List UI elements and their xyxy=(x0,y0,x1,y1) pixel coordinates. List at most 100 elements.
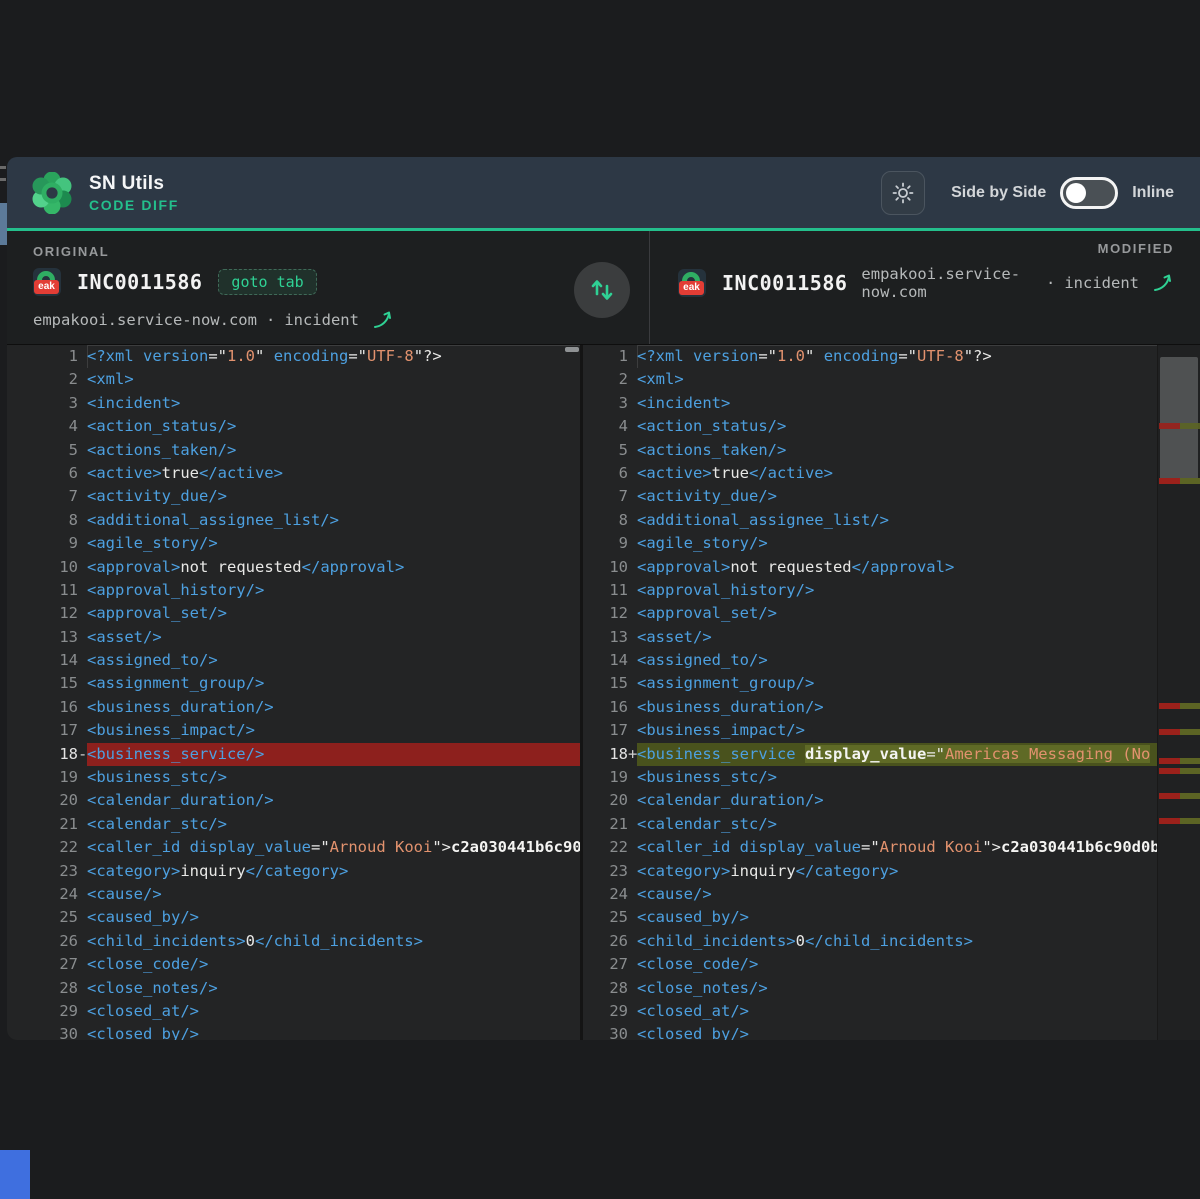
code-text: <business_service/> xyxy=(87,743,580,766)
code-text: <approval_set/> xyxy=(87,602,580,625)
code-text: <caused_by/> xyxy=(637,906,1157,929)
code-line: 23<category>inquiry</category> xyxy=(7,860,580,883)
line-number: 21 xyxy=(583,813,628,836)
diff-sign xyxy=(628,392,637,415)
line-number: 3 xyxy=(7,392,78,415)
code-line: 4<action_status/> xyxy=(583,415,1157,438)
line-number: 19 xyxy=(583,766,628,789)
code-line: 30<closed_by/> xyxy=(583,1023,1157,1040)
code-text: <child_incidents>0</child_incidents> xyxy=(637,930,1157,953)
swap-panels-button[interactable] xyxy=(574,262,630,318)
code-text: <business_service display_value="America… xyxy=(637,743,1157,766)
code-text: <approval_history/> xyxy=(87,579,580,602)
side-by-side-label: Side by Side xyxy=(951,184,1046,202)
code-text: <close_code/> xyxy=(637,953,1157,976)
goto-tab-button[interactable]: goto tab xyxy=(218,269,316,295)
minimap-diff-marker[interactable] xyxy=(1159,729,1200,735)
inline-label: Inline xyxy=(1132,184,1174,202)
code-line: 21<calendar_stc/> xyxy=(7,813,580,836)
diff-sign xyxy=(628,1023,637,1040)
line-number: 2 xyxy=(583,368,628,391)
diff-sign xyxy=(78,719,87,742)
diff-sign xyxy=(628,602,637,625)
separator-dot: · xyxy=(1046,274,1055,292)
code-text: <incident> xyxy=(637,392,1157,415)
line-number: 5 xyxy=(7,439,78,462)
line-number: 13 xyxy=(7,626,78,649)
open-record-arrow-icon[interactable] xyxy=(372,309,394,331)
diff-sign xyxy=(78,509,87,532)
code-line: 8<additional_assignee_list/> xyxy=(7,509,580,532)
view-mode-toggle[interactable] xyxy=(1060,177,1118,209)
code-line: 2 <xml> xyxy=(583,368,1157,391)
code-line: 1<?xml version="1.0" encoding="UTF-8"?> xyxy=(7,345,580,368)
diff-sign xyxy=(628,860,637,883)
line-number: 29 xyxy=(583,1000,628,1023)
code-line: 22<caller_id display_value="Arnoud Kooi"… xyxy=(583,836,1157,859)
line-number: 20 xyxy=(7,789,78,812)
code-text: <closed_at/> xyxy=(87,1000,580,1023)
code-line: 12<approval_set/> xyxy=(583,602,1157,625)
diff-sign xyxy=(628,556,637,579)
modified-section-label: MODIFIED xyxy=(678,241,1174,256)
diff-sign xyxy=(78,579,87,602)
code-text: <additional_assignee_list/> xyxy=(637,509,1157,532)
minimap-diff-marker[interactable] xyxy=(1159,793,1200,799)
code-diff-panel: SN Utils CODE DIFF Side by Side xyxy=(7,157,1200,1040)
code-line: 25<caused_by/> xyxy=(583,906,1157,929)
modified-header: MODIFIED eak INC0011586 empakooi.service… xyxy=(650,231,1200,344)
diff-sign xyxy=(78,953,87,976)
minimap-viewport-thumb[interactable] xyxy=(1160,357,1198,480)
diff-sign xyxy=(628,906,637,929)
code-text: <closed_at/> xyxy=(637,1000,1157,1023)
open-record-arrow-icon[interactable] xyxy=(1152,272,1174,294)
diff-sign xyxy=(78,813,87,836)
diff-sign xyxy=(628,415,637,438)
line-number: 19 xyxy=(7,766,78,789)
diff-sign xyxy=(628,977,637,1000)
diff-sign xyxy=(628,766,637,789)
code-text: <close_notes/> xyxy=(637,977,1157,1000)
minimap-diff-marker[interactable] xyxy=(1159,768,1200,774)
code-line: 5<actions_taken/> xyxy=(7,439,580,462)
minimap-diff-marker[interactable] xyxy=(1159,703,1200,709)
code-text: <?xml version="1.0" encoding="UTF-8"?> xyxy=(87,345,580,368)
line-number: 20 xyxy=(583,789,628,812)
minimap-diff-marker[interactable] xyxy=(1159,423,1200,429)
code-text: <close_code/> xyxy=(87,953,580,976)
line-number: 9 xyxy=(583,532,628,555)
code-text: <child_incidents>0</child_incidents> xyxy=(87,930,580,953)
code-line: 10<approval>not requested</approval> xyxy=(7,556,580,579)
code-line: 24<cause/> xyxy=(583,883,1157,906)
line-number: 26 xyxy=(583,930,628,953)
original-record-id: INC0011586 xyxy=(77,270,202,294)
minimap-diff-marker[interactable] xyxy=(1159,818,1200,824)
original-scrollbar-thumb[interactable] xyxy=(565,347,579,352)
diff-subheader: ORIGINAL eak INC0011586 goto tab empakoo… xyxy=(7,231,1200,345)
code-line: 3<incident> xyxy=(7,392,580,415)
line-number: 9 xyxy=(7,532,78,555)
code-text: <cause/> xyxy=(87,883,580,906)
code-text: <asset/> xyxy=(87,626,580,649)
diff-sign xyxy=(628,509,637,532)
diff-sign xyxy=(78,696,87,719)
theme-toggle-button[interactable] xyxy=(881,171,925,215)
code-text: <xml> xyxy=(637,368,1157,391)
sun-icon xyxy=(891,181,915,205)
code-line: 24<cause/> xyxy=(7,883,580,906)
diff-minimap-scrollbar[interactable] xyxy=(1157,345,1200,1040)
code-line: 21<calendar_stc/> xyxy=(583,813,1157,836)
diff-sign xyxy=(78,977,87,1000)
minimap-diff-marker[interactable] xyxy=(1159,758,1200,764)
line-number: 28 xyxy=(583,977,628,1000)
code-line: 10<approval>not requested</approval> xyxy=(583,556,1157,579)
toggle-knob xyxy=(1066,183,1086,203)
minimap-diff-marker[interactable] xyxy=(1159,478,1200,484)
code-line: 3<incident> xyxy=(583,392,1157,415)
diff-sign xyxy=(78,462,87,485)
line-number: 29 xyxy=(7,1000,78,1023)
code-text: <category>inquiry</category> xyxy=(87,860,580,883)
instance-favicon: eak xyxy=(678,269,706,297)
diff-sign xyxy=(78,368,87,391)
line-number: 6 xyxy=(583,462,628,485)
